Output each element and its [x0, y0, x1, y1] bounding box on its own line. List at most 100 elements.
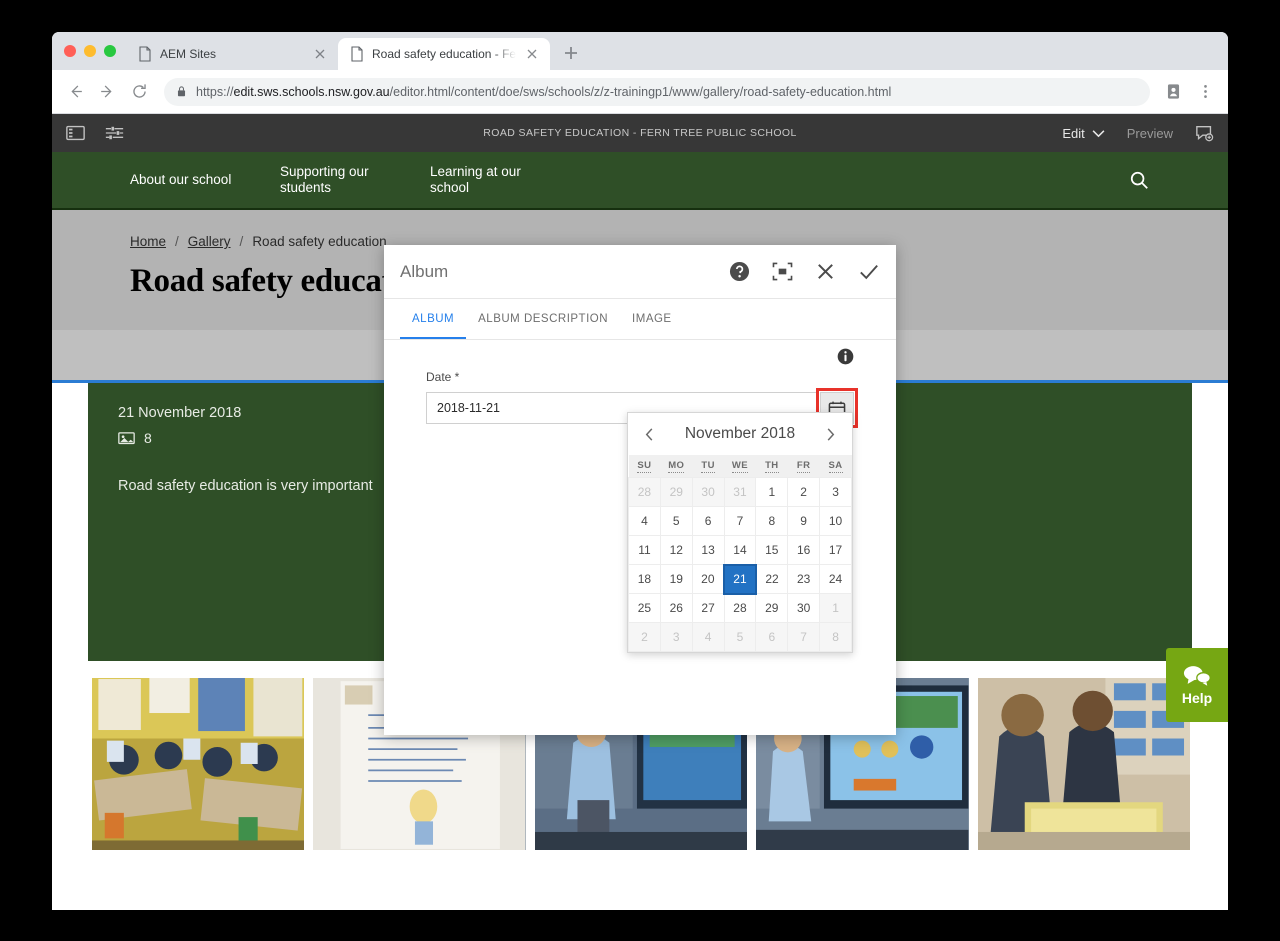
calendar-day-selected[interactable]: 21 [723, 563, 757, 595]
calendar-month-year-label: November 2018 [684, 425, 796, 442]
calendar-day[interactable]: 9 [787, 506, 821, 536]
list-item[interactable] [977, 678, 1191, 850]
breadcrumb-home[interactable]: Home [130, 234, 166, 249]
minimize-window-button[interactable] [84, 45, 96, 57]
calendar-day[interactable]: 4 [628, 506, 661, 536]
calendar-day-adjacent-month[interactable]: 28 [628, 477, 661, 507]
window-traffic-lights [60, 32, 126, 70]
close-tab-icon[interactable] [312, 46, 328, 62]
calendar-day[interactable]: 23 [787, 564, 821, 594]
calendar-day[interactable]: 25 [628, 593, 661, 623]
close-tab-icon[interactable] [524, 46, 540, 62]
tab-album[interactable]: ALBUM [400, 299, 467, 339]
sidebar-toggle-icon[interactable] [66, 125, 85, 141]
chat-bubbles-icon [1183, 665, 1211, 686]
calendar-day-adjacent-month[interactable]: 8 [819, 622, 852, 652]
date-field-label: Date * [426, 370, 460, 384]
annotate-icon[interactable] [1195, 125, 1214, 142]
calendar-day[interactable]: 15 [755, 535, 789, 565]
calendar-day[interactable]: 1 [755, 477, 789, 507]
reload-button[interactable] [124, 77, 154, 107]
calendar-week-row: 4 5 6 7 8 9 10 [628, 506, 852, 536]
aem-page-title: ROAD SAFETY EDUCATION - FERN TREE PUBLIC… [483, 127, 797, 139]
calendar-day-adjacent-month[interactable]: 1 [819, 593, 852, 623]
info-icon[interactable] [837, 348, 854, 365]
calendar-day[interactable]: 28 [723, 593, 757, 623]
tab-album-description[interactable]: ALBUM DESCRIPTION [466, 299, 620, 339]
fullscreen-icon[interactable] [772, 262, 793, 281]
browser-tab-title: Road safety education - Fern T [372, 47, 516, 61]
calendar-day[interactable]: 30 [787, 593, 821, 623]
sidebar-item-supporting-our-students[interactable]: Supporting our students [280, 164, 430, 196]
breadcrumb-separator: / [175, 234, 179, 249]
calendar-day[interactable]: 26 [659, 593, 693, 623]
calendar-day[interactable]: 14 [723, 535, 757, 565]
calendar-weekday-we: WE [724, 455, 756, 478]
forward-button[interactable] [92, 77, 122, 107]
calendar-week-row: 18 19 20 21 22 23 24 [628, 563, 852, 595]
sidebar-item-learning-at-our-school[interactable]: Learning at our school [430, 164, 580, 196]
browser-menu-button[interactable] [1190, 77, 1220, 107]
tab-image[interactable]: IMAGE [620, 299, 684, 339]
calendar-day[interactable]: 22 [755, 564, 789, 594]
help-widget-label: Help [1181, 689, 1213, 706]
confirm-check-icon[interactable] [858, 262, 880, 282]
calendar-day[interactable]: 19 [659, 564, 693, 594]
calendar-day[interactable]: 11 [628, 535, 661, 565]
calendar-day[interactable]: 6 [691, 506, 725, 536]
new-tab-button[interactable] [557, 39, 585, 67]
calendar-day[interactable]: 16 [787, 535, 821, 565]
album-dialog-tabs: ALBUM ALBUM DESCRIPTION IMAGE [384, 299, 896, 340]
breadcrumb-current: Road safety education [252, 234, 387, 249]
calendar-day[interactable]: 10 [819, 506, 852, 536]
help-widget[interactable]: Help [1166, 648, 1228, 722]
calendar-next-month-button[interactable] [820, 423, 842, 445]
page-properties-icon[interactable] [105, 125, 124, 141]
calendar-day[interactable]: 27 [691, 593, 725, 623]
calendar-day-adjacent-month[interactable]: 4 [691, 622, 725, 652]
search-icon[interactable] [1128, 169, 1202, 191]
help-icon[interactable] [729, 261, 750, 282]
calendar-prev-month-button[interactable] [638, 423, 660, 445]
calendar-day[interactable]: 29 [755, 593, 789, 623]
calendar-day[interactable]: 12 [659, 535, 693, 565]
maximize-window-button[interactable] [104, 45, 116, 57]
calendar-day[interactable]: 18 [628, 564, 661, 594]
close-window-button[interactable] [64, 45, 76, 57]
profile-icon[interactable] [1158, 77, 1188, 107]
sidebar-item-about-our-school[interactable]: About our school [130, 172, 280, 188]
calendar-day-adjacent-month[interactable]: 3 [659, 622, 693, 652]
calendar-day-adjacent-month[interactable]: 31 [723, 477, 757, 507]
back-button[interactable] [60, 77, 90, 107]
preview-button[interactable]: Preview [1127, 126, 1173, 141]
calendar-body: 28 29 30 31 1 2 3 4 5 6 7 8 9 10 11 12 13 14 15 16 17 18 19 20 2… [628, 477, 852, 652]
close-icon[interactable] [815, 261, 836, 282]
site-navigation: About our school Supporting our students… [52, 152, 1228, 210]
calendar-weekday-su: SU [628, 455, 661, 478]
calendar-day-adjacent-month[interactable]: 7 [787, 622, 821, 652]
calendar-day-adjacent-month[interactable]: 29 [659, 477, 693, 507]
calendar-day[interactable]: 17 [819, 535, 852, 565]
address-bar[interactable]: https://edit.sws.schools.nsw.gov.au/edit… [164, 77, 1150, 106]
breadcrumb-gallery[interactable]: Gallery [188, 234, 231, 249]
list-item[interactable] [92, 678, 305, 850]
calendar-day[interactable]: 5 [659, 506, 693, 536]
calendar-day[interactable]: 8 [755, 506, 789, 536]
calendar-day[interactable]: 3 [819, 477, 852, 507]
calendar-day-adjacent-month[interactable]: 6 [755, 622, 789, 652]
album-dialog-header: Album [384, 245, 896, 299]
calendar-day[interactable]: 13 [691, 535, 725, 565]
edit-mode-dropdown[interactable]: Edit [1062, 126, 1105, 141]
browser-tab-aem-sites[interactable]: AEM Sites [126, 38, 338, 70]
calendar-day[interactable]: 24 [819, 564, 852, 594]
image-icon [118, 431, 135, 445]
calendar-day[interactable]: 2 [787, 477, 821, 507]
calendar-day-adjacent-month[interactable]: 2 [628, 622, 661, 652]
calendar-day[interactable]: 7 [723, 506, 757, 536]
browser-tab-road-safety[interactable]: Road safety education - Fern T [338, 38, 550, 70]
address-bar-url: https://edit.sws.schools.nsw.gov.au/edit… [196, 84, 892, 99]
calendar-day-adjacent-month[interactable]: 30 [691, 477, 725, 507]
calendar-day[interactable]: 20 [691, 564, 725, 594]
calendar-day-adjacent-month[interactable]: 5 [723, 622, 757, 652]
page-favicon-icon [138, 46, 152, 62]
